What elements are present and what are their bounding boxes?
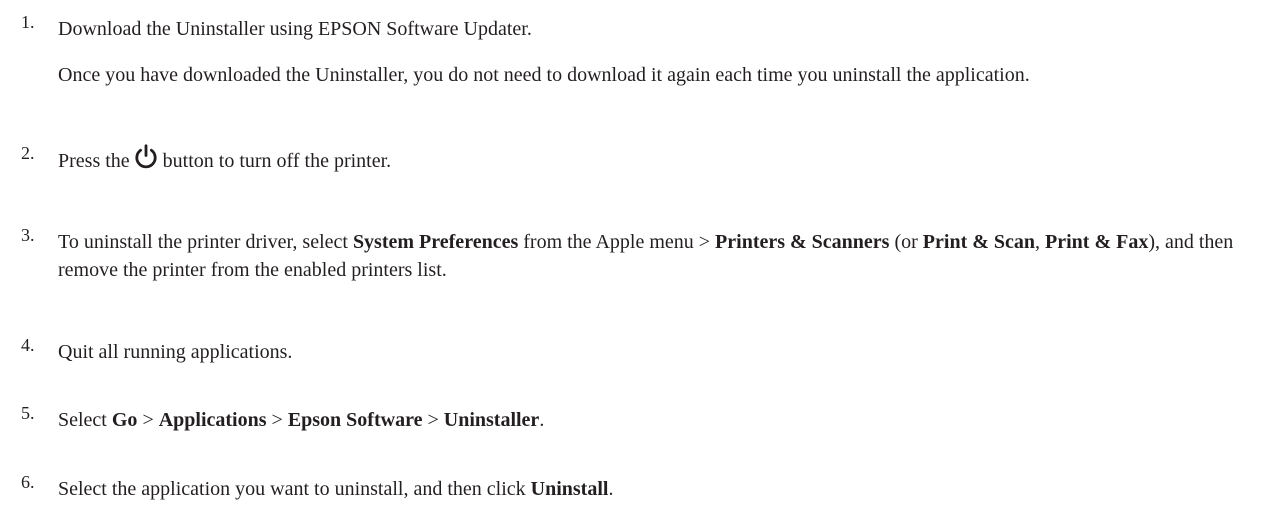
step-text-before: Press the bbox=[58, 150, 130, 172]
step-text-part: , bbox=[1035, 231, 1046, 253]
step-text-part: . bbox=[539, 409, 545, 431]
step-text-part: > bbox=[422, 409, 444, 431]
step-text-part: > bbox=[266, 409, 288, 431]
step-text: Quit all running applications. bbox=[58, 341, 293, 363]
bold-term: Print & Scan bbox=[922, 231, 1036, 253]
step-number: 4. bbox=[21, 335, 35, 355]
step-text: Download the Uninstaller using EPSON Sof… bbox=[58, 18, 532, 40]
step-text-part: To uninstall the printer driver, select bbox=[58, 231, 353, 253]
bold-term: Uninstaller bbox=[443, 409, 540, 431]
step-number: 2. bbox=[21, 143, 35, 163]
step-text: To uninstall the printer driver, select … bbox=[58, 228, 1273, 284]
step-note: Once you have downloaded the Uninstaller… bbox=[58, 64, 1030, 86]
step-text-part: Select the application you want to unins… bbox=[58, 478, 531, 500]
step-text: Press the button to turn off the printer… bbox=[58, 144, 1273, 175]
bold-term: System Preferences bbox=[352, 231, 519, 253]
step-text-part: . bbox=[608, 478, 614, 500]
step-text-part: Select bbox=[58, 409, 112, 431]
step-number: 3. bbox=[21, 225, 35, 245]
bold-term: Go bbox=[111, 409, 138, 431]
power-icon bbox=[135, 144, 157, 169]
step-number: 1. bbox=[21, 12, 35, 32]
bold-term: Uninstall bbox=[530, 478, 609, 500]
step-number: 5. bbox=[21, 403, 35, 423]
step-text-after: button to turn off the printer. bbox=[162, 150, 392, 172]
bold-term: Print & Fax bbox=[1045, 231, 1149, 253]
step-text-part: (or bbox=[889, 231, 923, 253]
step-text: Select the application you want to unins… bbox=[58, 475, 1273, 503]
bold-term: Printers & Scanners bbox=[715, 231, 890, 253]
step-number: 6. bbox=[21, 472, 35, 492]
bold-term: Epson Software bbox=[287, 409, 423, 431]
step-text: Select Go > Applications > Epson Softwar… bbox=[58, 406, 1273, 434]
bold-term: Applications bbox=[158, 409, 267, 431]
step-text-part: from the Apple menu > bbox=[518, 231, 716, 253]
step-text-part: > bbox=[137, 409, 159, 431]
